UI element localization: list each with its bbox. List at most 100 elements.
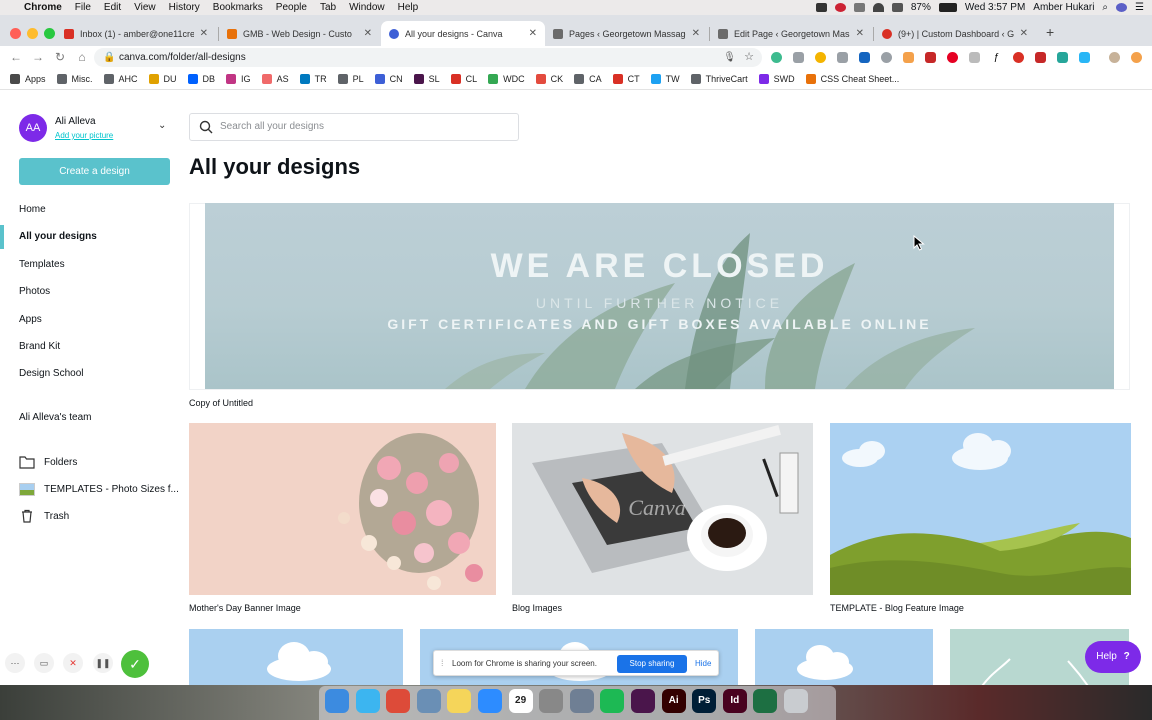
tab-edit-page[interactable]: Edit Page ‹ Georgetown Massa ✕ (710, 21, 872, 46)
loom-cancel-icon[interactable]: ✕ (63, 653, 83, 673)
design-thumbnail[interactable] (755, 629, 933, 685)
minimize-window-button[interactable] (27, 28, 38, 39)
loom-more-icon[interactable]: ⋯ (5, 653, 25, 673)
close-window-button[interactable] (10, 28, 21, 39)
sidebar-item-templates[interactable]: Templates (19, 259, 65, 270)
adblock-icon[interactable] (1035, 52, 1046, 63)
sidebar-item-folders[interactable]: Folders (44, 457, 77, 468)
bluetooth-icon[interactable] (853, 3, 865, 12)
page-ruler-icon[interactable] (969, 52, 980, 63)
design-thumbnail-blog-feature[interactable] (830, 423, 1131, 595)
new-tab-button[interactable]: + (1046, 24, 1054, 40)
design-title[interactable]: Blog Images (512, 603, 562, 613)
tab-gmb[interactable]: GMB - Web Design - Custo ✕ (219, 21, 380, 46)
loom-pause-icon[interactable]: ❚❚ (93, 653, 113, 673)
recording-icon[interactable] (834, 3, 846, 12)
dock-messages-icon[interactable] (355, 689, 380, 713)
bookmark-sl[interactable]: SL (413, 73, 440, 84)
lock-icon[interactable]: 🔒 (103, 48, 115, 67)
ext-g-icon[interactable] (1057, 52, 1068, 63)
dock-notes-icon[interactable] (447, 689, 472, 713)
bookmark-cn[interactable]: CN (374, 73, 403, 84)
clock[interactable]: Wed 3:57 PM (965, 2, 1025, 13)
sidebar-item-apps[interactable]: Apps (19, 314, 42, 325)
bookmark-misc[interactable]: Misc. (56, 73, 93, 84)
video-icon[interactable] (815, 3, 827, 12)
create-design-button[interactable]: Create a design (19, 158, 170, 185)
menu-tab[interactable]: Tab (320, 2, 336, 13)
camera-icon[interactable] (837, 52, 848, 63)
sidebar-item-trash[interactable]: Trash (44, 511, 69, 522)
sidebar-item-templates-folder[interactable]: TEMPLATES - Photo Sizes f... (44, 484, 179, 495)
stop-sharing-button[interactable]: Stop sharing (617, 655, 687, 673)
drag-handle-icon[interactable]: ⁞ (441, 658, 444, 668)
bookmark-star-icon[interactable]: ☆ (744, 48, 754, 67)
dock-finder-icon[interactable] (325, 689, 349, 713)
bookmark-ct[interactable]: CT (612, 73, 640, 84)
pinterest-icon[interactable] (947, 52, 958, 63)
menu-history[interactable]: History (169, 2, 200, 13)
bird-ext-icon[interactable] (1079, 52, 1090, 63)
reload-icon[interactable]: ↻ (52, 49, 68, 65)
bookmark-pl[interactable]: PL (337, 73, 364, 84)
bookmark-ahc[interactable]: AHC (103, 73, 138, 84)
loom-finish-button[interactable]: ✓ (121, 650, 149, 678)
dock-slack-icon[interactable] (631, 689, 655, 713)
search-input[interactable]: Search all your designs (189, 113, 519, 141)
close-icon[interactable]: ✕ (529, 28, 537, 39)
avatar[interactable]: AA (19, 114, 47, 142)
dock-calendar-icon[interactable]: 29 (508, 689, 533, 713)
tab-pages[interactable]: Pages ‹ Georgetown Massage ✕ (545, 21, 708, 46)
back-icon[interactable]: ← (8, 49, 24, 65)
bookmark-apps[interactable]: Apps (10, 73, 46, 84)
dock-trash-icon[interactable] (784, 689, 808, 713)
menu-view[interactable]: View (134, 2, 156, 13)
design-title[interactable]: Copy of Untitled (189, 398, 253, 408)
dock-chrome-icon[interactable] (386, 689, 411, 713)
bookmark-db[interactable]: DB (187, 73, 215, 84)
zoom-window-button[interactable] (44, 28, 55, 39)
bookmark-tw[interactable]: TW (650, 73, 680, 84)
design-thumbnail[interactable] (189, 629, 403, 685)
sidebar-item-photos[interactable]: Photos (19, 286, 50, 297)
menu-edit[interactable]: Edit (104, 2, 121, 13)
font-icon[interactable]: ƒ (991, 52, 1002, 63)
help-button[interactable]: Help ? (1085, 641, 1141, 673)
bookmark-tr[interactable]: TR (299, 73, 327, 84)
dock-screenshot-icon[interactable] (539, 689, 564, 713)
close-icon[interactable]: ✕ (1020, 28, 1028, 39)
bookmark-ca[interactable]: CA (574, 73, 602, 84)
design-title[interactable]: Mother's Day Banner Image (189, 603, 301, 613)
dropbox-icon[interactable] (793, 52, 804, 63)
user-menu[interactable]: Amber Hukari (1033, 2, 1094, 13)
user-name[interactable]: Ali Alleva (55, 116, 96, 127)
grammarly-icon[interactable] (771, 52, 782, 63)
chevron-down-icon[interactable]: ⌄ (158, 120, 166, 131)
bookmark-ig[interactable]: IG (226, 73, 251, 84)
dock-preview-icon[interactable] (416, 689, 441, 713)
extension-icon[interactable] (903, 52, 914, 63)
dock-indesign-icon[interactable]: Id (722, 689, 747, 713)
design-title[interactable]: TEMPLATE - Blog Feature Image (830, 603, 964, 613)
menu-file[interactable]: File (75, 2, 91, 13)
color-picker-icon[interactable] (815, 52, 826, 63)
volume-icon[interactable] (891, 3, 903, 12)
bookmark-cl[interactable]: CL (450, 73, 477, 84)
sidebar-team[interactable]: Ali Alleva's team (19, 412, 92, 423)
design-thumbnail-flowers[interactable] (189, 423, 496, 595)
microphone-icon[interactable]: 🎙 (723, 48, 736, 67)
vimeo-icon[interactable] (859, 52, 870, 63)
sidebar-item-all-designs[interactable]: All your designs (19, 231, 97, 242)
hide-button[interactable]: Hide (695, 659, 711, 668)
notification-center-icon[interactable]: ☰ (1135, 2, 1144, 13)
close-icon[interactable]: ✕ (200, 28, 208, 39)
tab-canva-active[interactable]: All your designs - Canva ✕ (381, 21, 545, 46)
bookmark-swd[interactable]: SWD (758, 73, 795, 84)
menu-window[interactable]: Window (349, 2, 385, 13)
add-picture-link[interactable]: Add your picture (55, 131, 113, 140)
dock-excel-icon[interactable] (753, 689, 778, 713)
menu-help[interactable]: Help (398, 2, 419, 13)
bookmark-css-cheat-sheet[interactable]: CSS Cheat Sheet... (805, 73, 899, 84)
profile-avatar-icon[interactable] (1109, 52, 1120, 63)
menu-app[interactable]: Chrome (24, 2, 62, 13)
